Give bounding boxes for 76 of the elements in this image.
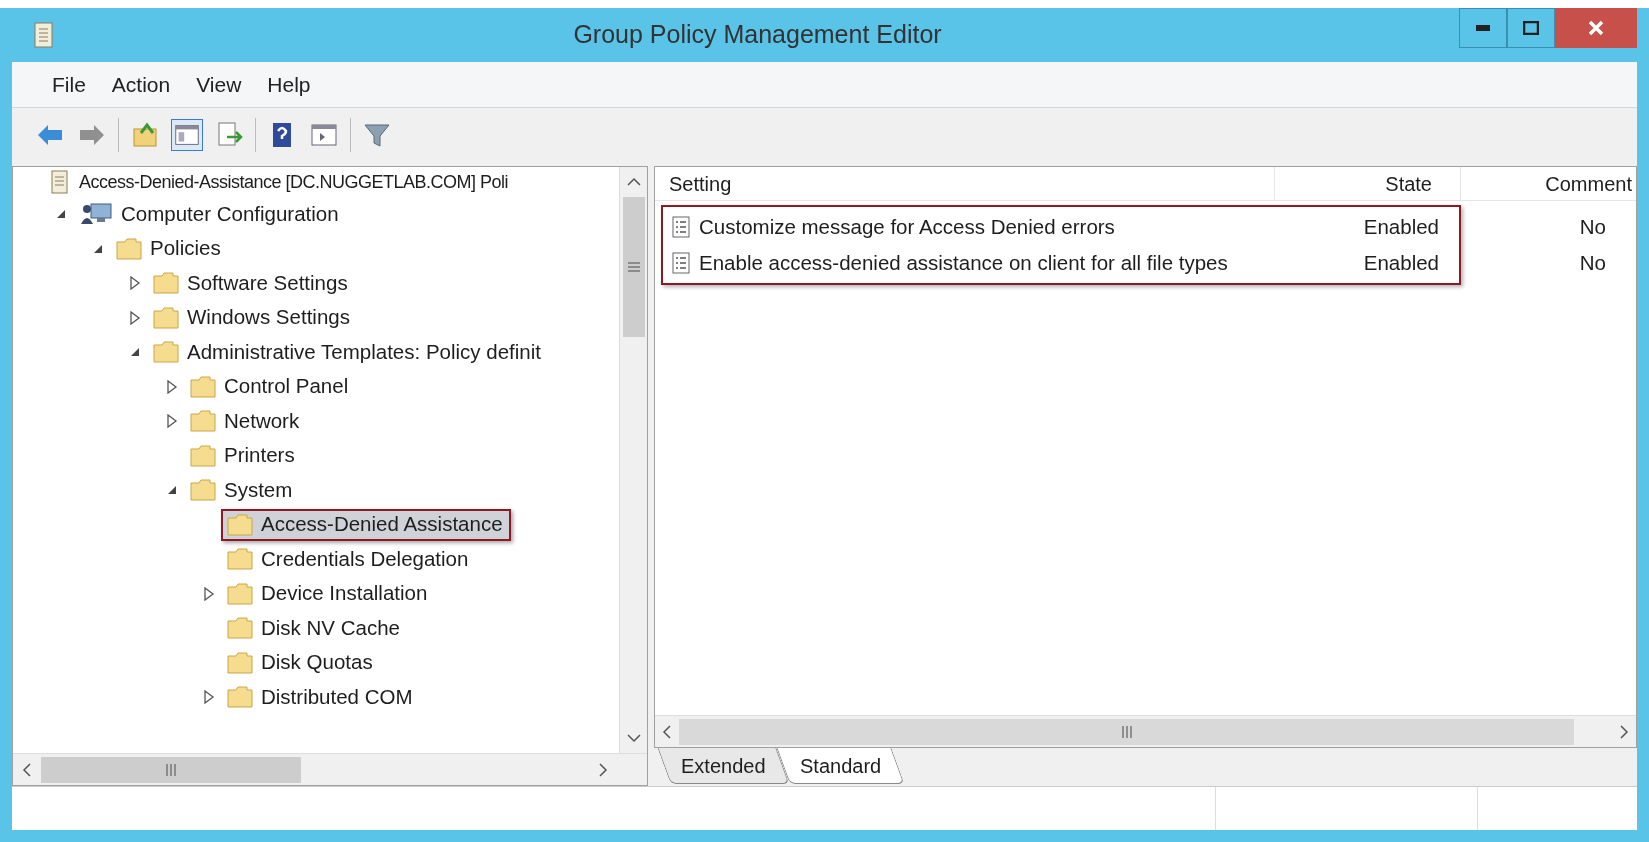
folder-icon [227,548,253,571]
scroll-thumb[interactable] [679,718,1574,745]
grip-icon [1121,725,1132,738]
menu-item[interactable]: File [40,68,98,101]
scroll-down-icon[interactable] [626,733,641,743]
column-header[interactable]: State [1275,167,1461,200]
folder-icon [227,686,253,709]
comment-value: No [1579,213,1606,240]
setting-name[interactable]: Enable access-denied assistance on client for all file types [699,247,1228,279]
menu-item[interactable]: Action [99,68,183,101]
tree-item[interactable]: Printers [184,439,303,472]
policy-setting-icon [671,252,691,274]
folder-icon [190,444,216,467]
tree-item[interactable]: Administrative Templates: Policy definit [147,336,549,369]
folder-icon [153,272,179,295]
computer-icon [79,202,113,227]
expand-arrow-icon[interactable] [129,310,141,325]
column-header[interactable]: Comment [1461,167,1636,200]
document-icon [49,169,71,195]
state-value: Enabled [1362,213,1440,240]
comment-value: No [1579,249,1606,276]
collapse-arrow-icon[interactable] [166,484,178,497]
grip-icon [627,262,640,272]
scroll-up-icon[interactable] [626,177,641,187]
folder-icon [190,375,216,398]
vertical-scrollbar[interactable] [619,167,647,753]
tree-item[interactable]: Network [184,405,308,438]
folder-icon [153,341,179,364]
horizontal-scrollbar[interactable] [13,753,647,785]
minimize-button[interactable] [1459,8,1507,48]
folder-icon [190,479,216,502]
tree-item[interactable]: Disk NV Cache [221,612,408,645]
grip-icon [166,763,176,776]
tree-item[interactable]: Disk Quotas [221,646,381,679]
tree-pane-icon[interactable] [171,119,203,151]
scroll-thumb[interactable] [41,756,301,783]
folder-icon [190,410,216,433]
tree-item[interactable]: Credentials Delegation [221,543,477,576]
window-title: Group Policy Management Editor [572,19,943,51]
tree-item[interactable]: Windows Settings [147,301,358,334]
state-value: Enabled [1362,249,1440,276]
tree-item[interactable]: Control Panel [184,370,357,403]
tree-item[interactable]: System [184,474,301,507]
setting-name[interactable]: Customize message for Access Denied errors [699,211,1115,243]
tree-item[interactable]: Software Settings [147,267,356,300]
expand-arrow-icon[interactable] [129,276,141,291]
expand-arrow-icon[interactable] [203,586,215,601]
folder-icon [153,306,179,329]
folder-icon [227,617,253,640]
document-icon [32,21,56,49]
maximize-icon [1523,21,1539,35]
tree-item[interactable]: Distributed COM [221,681,421,714]
folder-icon [116,237,142,260]
collapse-arrow-icon[interactable] [129,346,141,359]
maximize-button[interactable] [1507,8,1555,48]
menu-item[interactable]: Help [255,68,323,101]
folder-icon [227,582,253,605]
expand-arrow-icon[interactable] [166,379,178,394]
close-button[interactable] [1555,8,1637,48]
folder-icon [227,651,253,674]
collapse-arrow-icon[interactable] [55,208,67,221]
scroll-thumb[interactable] [622,197,645,337]
close-icon [1588,20,1604,36]
column-header[interactable]: Setting [655,167,1275,200]
policy-setting-icon [671,216,691,238]
tree-item[interactable]: Access-Denied Assistance [221,508,511,541]
tree-root[interactable]: Access-Denied-Assistance [DC.NUGGETLAB.COM] Poli [79,168,509,196]
tree-item[interactable]: Computer Configuration [73,198,347,231]
tree-item[interactable]: Policies [110,232,229,265]
tree-item[interactable]: Device Installation [221,577,436,610]
folder-icon [227,513,253,536]
minimize-icon [1476,25,1490,31]
horizontal-scrollbar[interactable] [655,715,1636,747]
expand-arrow-icon[interactable] [203,690,215,705]
expand-arrow-icon[interactable] [166,414,178,429]
menu-item[interactable]: View [184,68,254,101]
